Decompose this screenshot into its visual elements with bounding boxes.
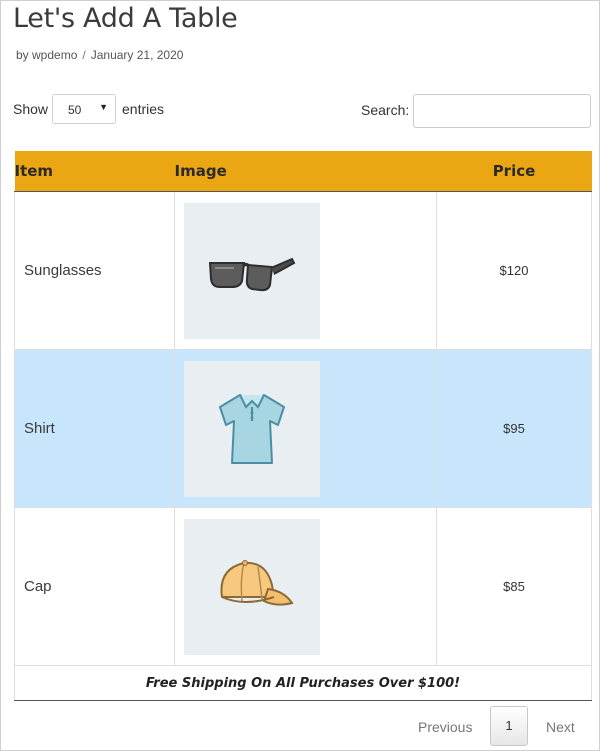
post-meta: by wpdemo / January 21, 2020 [16, 48, 183, 62]
product-image [184, 202, 320, 339]
image-cell [174, 349, 437, 508]
table-row: Shirt $95 [14, 349, 592, 508]
price-cell: $85 [436, 507, 592, 666]
shipping-note: Free Shipping On All Purchases Over $100… [14, 665, 592, 701]
search-label: Search: [361, 102, 410, 118]
caret-down-icon: ▼ [99, 102, 108, 112]
table-header-row: Item Image Price [14, 151, 592, 192]
image-cell [174, 191, 437, 350]
column-header-image[interactable]: Image [174, 151, 437, 192]
item-cell: Shirt [14, 349, 175, 508]
table-row: Cap $85 [14, 507, 592, 666]
pagination-previous[interactable]: Previous [418, 719, 472, 735]
shirt-icon [219, 393, 285, 464]
price-cell: $120 [436, 191, 592, 350]
entries-select-value: 50 [68, 103, 82, 117]
post-author[interactable]: by wpdemo [16, 48, 77, 62]
image-cell [174, 507, 437, 666]
pagination-next[interactable]: Next [546, 719, 575, 735]
product-image [184, 360, 320, 497]
item-cell: Sunglasses [14, 191, 175, 350]
page-title: Let's Add A Table [13, 3, 238, 34]
product-image [184, 518, 320, 655]
show-label: Show [13, 101, 49, 117]
item-cell: Cap [14, 507, 175, 666]
table-row: Sunglasses $120 [14, 191, 592, 350]
meta-separator: / [82, 48, 86, 62]
price-cell: $95 [436, 349, 592, 508]
column-header-item[interactable]: Item [14, 151, 175, 192]
products-table: Item Image Price Sunglasses $120 Shirt $… [14, 151, 592, 701]
cap-icon [220, 559, 294, 606]
entries-select[interactable]: 50 ▼ [52, 94, 116, 124]
search-input[interactable] [413, 94, 591, 128]
column-header-price[interactable]: Price [436, 151, 592, 192]
post-date[interactable]: January 21, 2020 [91, 48, 184, 62]
entries-label: entries [122, 101, 165, 117]
pagination-page-1[interactable]: 1 [490, 706, 528, 746]
table-footer-row: Free Shipping On All Purchases Over $100… [14, 665, 592, 701]
sunglasses-icon [208, 257, 296, 291]
